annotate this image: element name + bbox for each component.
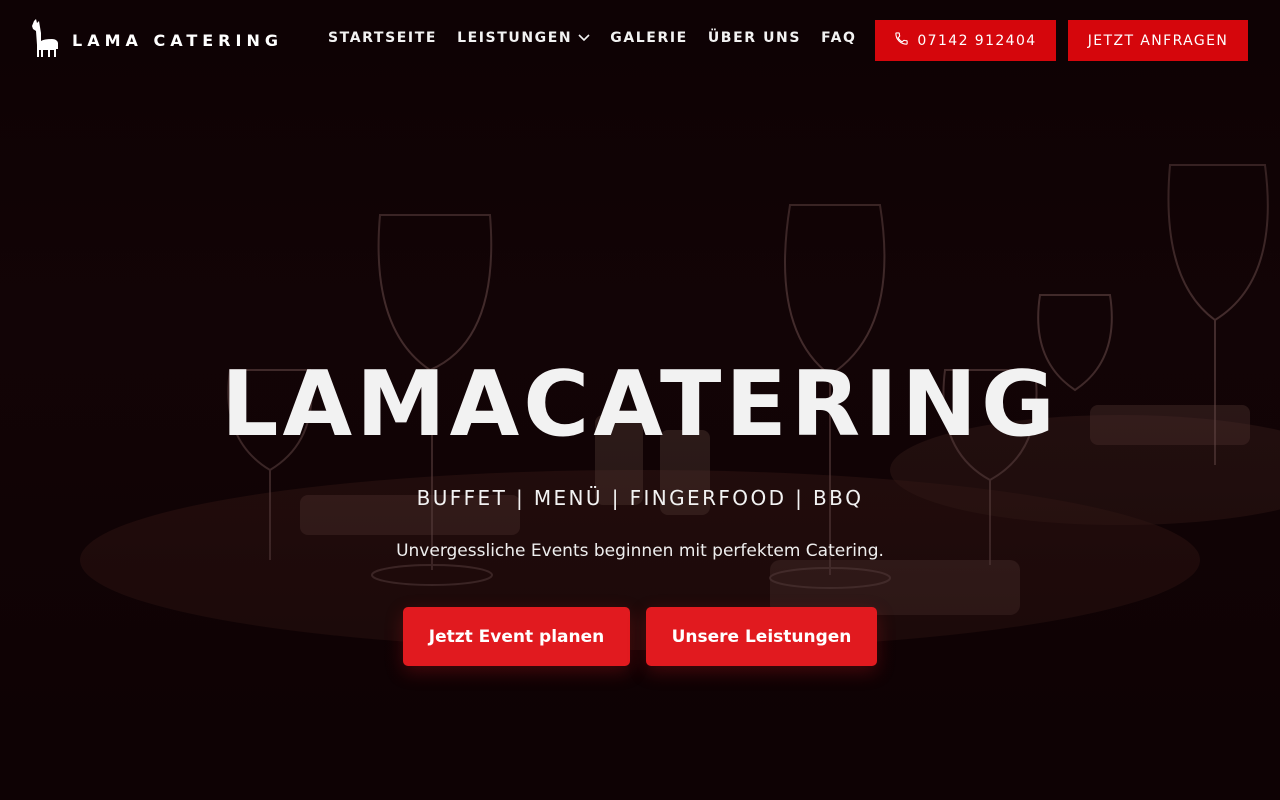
services-button-label: Unsere Leistungen (671, 626, 852, 647)
top-navigation: LAMA CATERING STARTSEITE LEISTUNGEN GALE… (0, 0, 1280, 80)
phone-button[interactable]: 07142 912404 (875, 20, 1056, 61)
menu-item-label: STARTSEITE (328, 30, 438, 46)
request-button[interactable]: JETZT ANFRAGEN (1068, 20, 1248, 61)
phone-number: 07142 912404 (917, 32, 1037, 49)
menu-item-label: FAQ (821, 30, 857, 46)
menu-item-faq[interactable]: FAQ (821, 30, 857, 46)
menu-item-label: GALERIE (610, 30, 688, 46)
menu-item-startseite[interactable]: STARTSEITE (328, 30, 437, 46)
llama-icon (30, 19, 60, 61)
hero-tagline: BUFFET | MENÜ | FINGERFOOD | BBQ (416, 486, 864, 510)
logo-link[interactable]: LAMA CATERING (30, 19, 283, 61)
request-button-label: JETZT ANFRAGEN (1087, 32, 1229, 49)
menu-item-leistungen[interactable]: LEISTUNGEN (457, 30, 590, 46)
hero-title: LAMACATERING (221, 352, 1059, 457)
plan-event-button-label: Jetzt Event planen (428, 626, 605, 647)
hero-subtitle: Unvergessliche Events beginnen mit perfe… (396, 541, 884, 561)
menu-item-ueber-uns[interactable]: ÜBER UNS (708, 30, 801, 46)
menu-item-galerie[interactable]: GALERIE (610, 30, 688, 46)
chevron-down-icon (578, 30, 590, 46)
main-menu: STARTSEITE LEISTUNGEN GALERIE ÜBER UNS F… (328, 30, 857, 46)
plan-event-button[interactable]: Jetzt Event planen (403, 607, 630, 666)
services-button[interactable]: Unsere Leistungen (646, 607, 877, 666)
logo-text: LAMA CATERING (72, 30, 283, 50)
phone-icon (894, 31, 909, 50)
menu-item-label: ÜBER UNS (707, 30, 802, 46)
menu-item-label: LEISTUNGEN (457, 30, 573, 46)
